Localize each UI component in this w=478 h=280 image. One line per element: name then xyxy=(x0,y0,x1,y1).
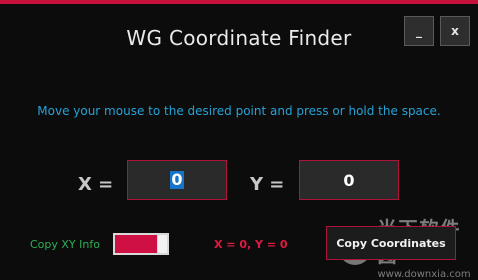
y-value: 0 xyxy=(343,170,355,190)
toggle-knob[interactable] xyxy=(158,235,167,253)
instruction-text: Move your mouse to the desired point and… xyxy=(37,104,441,118)
copy-coordinates-button[interactable]: Copy Coordinates xyxy=(326,226,456,260)
y-label: Y = xyxy=(250,174,285,195)
close-button[interactable]: x xyxy=(440,16,470,46)
app-window: WG Coordinate Finder _ x Move your mouse… xyxy=(0,0,478,280)
x-label: X = xyxy=(78,174,114,195)
y-value-field[interactable]: 0 xyxy=(299,160,399,200)
minimize-button[interactable]: _ xyxy=(404,16,434,46)
copy-xy-info-toggle[interactable] xyxy=(113,233,169,255)
toggle-fill xyxy=(115,235,157,253)
copy-xy-info-label: Copy XY Info xyxy=(30,238,100,251)
xy-status-text: X = 0, Y = 0 xyxy=(214,238,288,251)
x-value: 0 xyxy=(170,170,184,189)
x-value-field[interactable]: 0 xyxy=(127,160,227,200)
watermark-url: www.downxia.com xyxy=(377,269,471,280)
